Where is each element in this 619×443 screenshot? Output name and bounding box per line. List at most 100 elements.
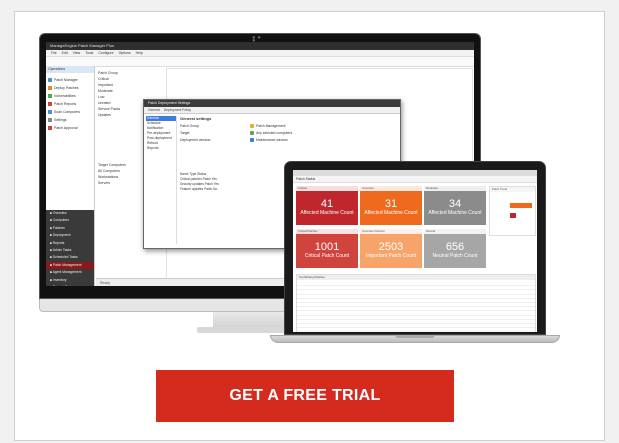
dialog-nav-item[interactable]: Reports <box>146 146 176 151</box>
sidebar-item-label: Patch Reports <box>54 102 77 106</box>
stat-tile[interactable]: Neutral 656 Neutral Patch Count <box>424 229 486 268</box>
menu-bar: File Edit View Tools Configure Options Help <box>46 50 474 57</box>
stat-tile-label: Important <box>360 186 422 191</box>
sidebar-item-label: Settings <box>54 118 67 122</box>
stat-tile-value: 2503 <box>378 241 404 253</box>
dialog-tab[interactable]: Deployment Policy <box>164 108 191 112</box>
stat-tile-label: Moderate <box>424 186 486 191</box>
table-row[interactable] <box>297 328 535 332</box>
dialog-nav: General Schedule Notification Pre-deploymen… <box>146 116 177 244</box>
menu-item[interactable]: Help <box>136 51 143 55</box>
dark-nav-item[interactable]: ■ Agent Management <box>46 269 94 276</box>
free-trial-button[interactable]: GET A FREE TRIAL <box>156 370 454 422</box>
stat-tile-value: 31 <box>384 198 398 210</box>
stat-tile-caption: Affected Machine Count <box>428 210 482 216</box>
dark-nav-item[interactable]: ■ Patch Management <box>46 261 94 270</box>
dashboard-title: Patch Status <box>293 176 537 183</box>
sidebar-item-label: Deploy Patches <box>54 86 79 90</box>
table-rows <box>297 282 535 332</box>
stat-tile-label: Neutral <box>424 229 486 234</box>
stat-tile-caption: Critical Patch Count <box>304 253 350 259</box>
setting-icon <box>250 138 254 143</box>
status-text: Ready <box>100 281 111 285</box>
stat-tile-caption: Neutral Patch Count <box>432 253 478 259</box>
dark-nav-item[interactable]: ■ Overview <box>46 210 94 217</box>
stat-tile-value: 1001 <box>314 241 340 253</box>
sidebar-item-icon <box>48 126 52 131</box>
dark-nav-item[interactable]: ■ Admin Tasks <box>46 247 94 254</box>
patch-group-tree: Patch Group Critical Important Moderate … <box>98 70 120 118</box>
laptop-screen: Patch Status Patch Trend Top Missing Pat… <box>293 170 537 332</box>
stat-tile[interactable]: Important Patches 2503 Important Patch Cou… <box>360 229 422 268</box>
stat-tile[interactable]: Critical Patches 1001 Critical Patch Count <box>296 229 358 268</box>
dark-nav-item[interactable]: ■ Scheduled Tasks <box>46 254 94 261</box>
stat-tile-label: Critical <box>296 186 358 191</box>
sidebar-item-label: Vulnerabilities <box>54 94 76 98</box>
dialog-row: Patch Group Patch Management <box>180 123 394 130</box>
dark-nav-item[interactable]: ■ Deployment <box>46 232 94 239</box>
sidebar-item[interactable]: Patch Approval <box>48 124 80 132</box>
dialog-row: Target Any selected computers <box>180 130 394 137</box>
dialog-titlebar: Patch Deployment Settings <box>144 100 400 107</box>
dialog-row-value[interactable]: Maintenance window <box>250 137 288 144</box>
dialog-row: Deployment window Maintenance window <box>180 137 394 144</box>
sidebar-item[interactable]: Patch Reports <box>48 100 80 108</box>
menu-item[interactable]: View <box>73 51 81 55</box>
sidebar-item[interactable]: Settings <box>48 116 80 124</box>
sidebar-item-icon <box>48 118 52 123</box>
sidebar-item[interactable]: Scan Computers <box>48 108 80 116</box>
trend-bar-2 <box>510 213 516 218</box>
dark-nav-item[interactable]: ■ Reports <box>46 240 94 247</box>
dialog-row-label: Deployment window <box>180 138 211 142</box>
sidebar-item-label: Patch Approval <box>54 126 78 130</box>
menu-item[interactable]: Tools <box>85 51 93 55</box>
menu-item[interactable]: Configure <box>98 51 113 55</box>
stat-tile-value: 656 <box>445 241 465 253</box>
sidebar-dark-nav: ■ Overview ■ Computers ■ Patches ■ Deployme… <box>46 210 94 286</box>
dialog-rows: Patch Group Patch Management Target Any sel… <box>180 123 394 144</box>
table-header: Top Missing Patches <box>297 275 535 280</box>
stat-tile-caption: Important Patch Count <box>365 253 417 259</box>
dialog-title: Patch Deployment Settings <box>148 101 191 105</box>
window-titlebar: ManageEngine Patch Manager Plus <box>46 42 474 50</box>
trend-bar-1 <box>510 203 532 208</box>
sidebar-item-icon <box>48 94 52 99</box>
dialog-table-row: Feature updates Patch No <box>180 187 218 191</box>
sidebar: Operations Patch Manager Deploy Patches Vu… <box>46 66 95 286</box>
sidebar-item-label: Scan Computers <box>54 110 81 114</box>
sidebar-item[interactable]: Deploy Patches <box>48 84 80 92</box>
stat-tile-value: 34 <box>448 198 462 210</box>
stat-tile-label: Important Patches <box>360 229 422 234</box>
menu-item[interactable]: Edit <box>62 51 68 55</box>
dialog-row-label: Target <box>180 131 190 135</box>
laptop-notch <box>395 335 435 338</box>
sidebar-item[interactable]: Vulnerabilities <box>48 92 80 100</box>
stat-tile[interactable]: Important 31 Affected Machine Count <box>360 186 422 225</box>
sidebar-item[interactable]: Patch Manager <box>48 76 80 84</box>
stat-tile-value: 41 <box>320 198 334 210</box>
stat-tile[interactable]: Critical 41 Affected Machine Count <box>296 186 358 225</box>
monitor-stand <box>213 312 293 328</box>
dialog-tab[interactable]: General <box>148 108 160 112</box>
stat-tile-label: Critical Patches <box>296 229 358 234</box>
sidebar-item-label: Patch Manager <box>54 78 78 82</box>
sidebar-item-icon <box>48 102 52 107</box>
dark-nav-item[interactable]: ■ Computers <box>46 217 94 224</box>
laptop: Patch Status Patch Trend Top Missing Pat… <box>284 161 546 335</box>
tree-node[interactable]: Updates <box>98 112 120 118</box>
sidebar-header: Operations <box>46 66 94 73</box>
stat-tile[interactable]: Moderate 34 Affected Machine Count <box>424 186 486 225</box>
dark-nav-item[interactable]: ■ Inventory <box>46 277 94 284</box>
dark-nav-item[interactable]: ■ Remote Tasks <box>46 284 94 286</box>
menu-item[interactable]: Options <box>119 51 131 55</box>
toolbar <box>46 57 474 67</box>
sidebar-item-icon <box>48 110 52 115</box>
dark-nav-item[interactable]: ■ Patches <box>46 225 94 232</box>
window-title: ManageEngine Patch Manager Plus <box>50 43 115 48</box>
dialog-row-value[interactable]: Patch Management <box>250 123 285 130</box>
camera-dots: ● ● ● <box>252 35 261 44</box>
menu-item[interactable]: File <box>51 51 57 55</box>
trend-chart-label: Patch Trend <box>490 187 535 192</box>
sidebar-item-icon <box>48 78 52 83</box>
dialog-row-value[interactable]: Any selected computers <box>250 130 292 137</box>
